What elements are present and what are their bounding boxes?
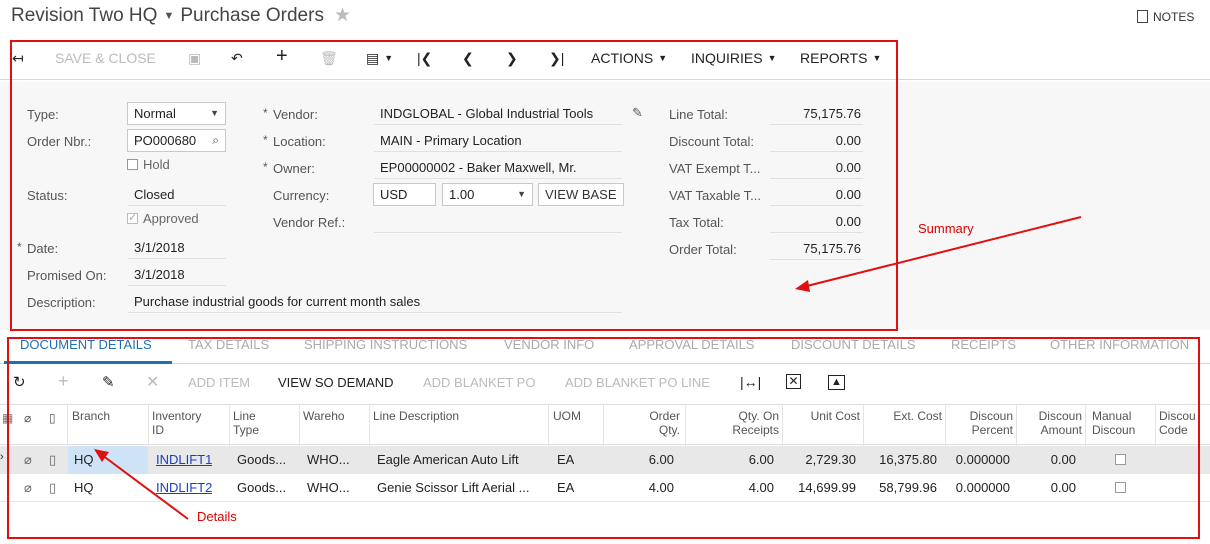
details-arrowhead xyxy=(94,449,109,462)
details-arrow xyxy=(101,454,189,520)
annotation-arrows xyxy=(94,216,1082,520)
summary-arrowhead xyxy=(795,280,810,292)
summary-arrow xyxy=(802,216,1082,288)
